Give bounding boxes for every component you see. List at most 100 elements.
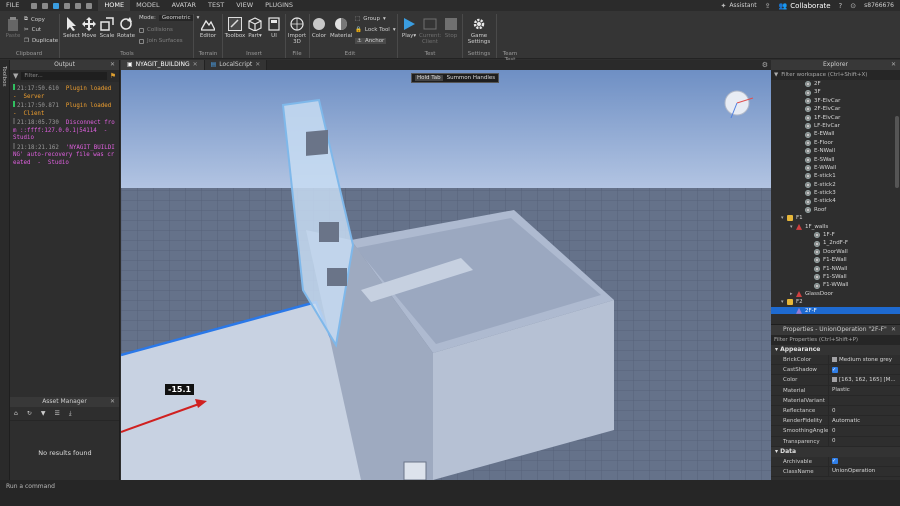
close-icon[interactable]: ✕: [110, 397, 115, 407]
viewport-settings-icon[interactable]: ⚙: [762, 60, 771, 70]
menu-tab-model[interactable]: MODEL: [130, 0, 165, 11]
filter-icon[interactable]: ▼: [13, 72, 18, 80]
collaborate-button[interactable]: 👥 Collaborate: [779, 2, 831, 10]
refresh-icon[interactable]: ↻: [27, 410, 32, 417]
close-icon[interactable]: ✕: [110, 60, 115, 70]
join-surfaces-toggle[interactable]: Join Surfaces: [139, 38, 183, 44]
terrain-editor-button[interactable]: Editor: [197, 17, 219, 39]
assistant-button[interactable]: ✦ Assistant: [720, 2, 756, 10]
3d-viewport[interactable]: Hold Tab Summon Handles -15.1: [121, 70, 771, 480]
scene-render[interactable]: [121, 70, 771, 480]
explorer-item[interactable]: E-NWall: [771, 147, 900, 155]
duplicate-button[interactable]: ❐ Duplicate: [24, 38, 58, 44]
explorer-item[interactable]: 3F: [771, 88, 900, 96]
explorer-item[interactable]: E-SWall: [771, 156, 900, 164]
explorer-item[interactable]: ▾ F1: [771, 214, 900, 222]
share-icon[interactable]: ⇪: [765, 2, 771, 10]
menu-tab-avatar[interactable]: AVATAR: [166, 0, 202, 11]
collisions-toggle[interactable]: Collisions: [139, 27, 173, 33]
menu-tab-file[interactable]: FILE: [0, 0, 25, 11]
save-icon[interactable]: [31, 2, 38, 9]
color-swatch[interactable]: [832, 377, 837, 383]
properties-filter[interactable]: Filter Properties (Ctrl+Shift+P): [771, 335, 900, 345]
game-settings-button[interactable]: Game Settings: [465, 17, 493, 45]
explorer-item[interactable]: 2F-ElvCar: [771, 105, 900, 113]
explorer-item[interactable]: F1-WWall: [771, 281, 900, 289]
explorer-scrollbar[interactable]: [895, 116, 899, 188]
explorer-item[interactable]: E-EWall: [771, 130, 900, 138]
play-icon[interactable]: [53, 2, 60, 9]
explorer-item[interactable]: 2F: [771, 80, 900, 88]
property-value[interactable]: 0: [828, 436, 900, 446]
menu-tab-view[interactable]: VIEW: [230, 0, 259, 11]
command-input[interactable]: Run a command: [6, 483, 55, 490]
explorer-item[interactable]: E-Floor: [771, 139, 900, 147]
help-icon[interactable]: ?: [839, 2, 843, 10]
broom-icon[interactable]: ⚑: [110, 72, 116, 80]
explorer-filter-input[interactable]: Filter workspace (Ctrl+Shift+X): [781, 72, 867, 78]
select-tool-button[interactable]: Select: [63, 17, 80, 39]
scale-tool-button[interactable]: Scale: [99, 17, 115, 39]
property-section-header[interactable]: ▾ Data: [771, 446, 900, 457]
output-filter-input[interactable]: Filter...: [21, 72, 107, 80]
explorer-item[interactable]: ▾ F2: [771, 298, 900, 306]
close-icon[interactable]: ✕: [891, 60, 896, 70]
user-name[interactable]: s8766676: [864, 2, 894, 9]
current-client-button[interactable]: Current: Client: [419, 17, 442, 45]
anchor-button[interactable]: ⚓ Anchor: [355, 38, 387, 44]
explorer-item[interactable]: DoorWall: [771, 248, 900, 256]
home-icon[interactable]: ⌂: [14, 410, 18, 417]
explorer-item[interactable]: LF-ElvCar: [771, 122, 900, 130]
property-value[interactable]: [828, 365, 900, 375]
paste-button[interactable]: Paste: [4, 17, 22, 39]
explorer-item[interactable]: ▾ 1F_walls: [771, 223, 900, 231]
door-part[interactable]: [403, 461, 427, 480]
explorer-item[interactable]: E-stick3: [771, 189, 900, 197]
explorer-item[interactable]: F1-EWall: [771, 256, 900, 264]
filter-icon[interactable]: ▼: [41, 410, 46, 417]
menu-tab-home[interactable]: HOME: [98, 0, 131, 11]
import-icon[interactable]: ⤓: [69, 410, 72, 418]
list-view-icon[interactable]: ☰: [54, 410, 59, 417]
property-value[interactable]: [828, 456, 900, 466]
menu-tab-plugins[interactable]: PLUGINS: [259, 0, 299, 11]
property-value[interactable]: Automatic: [828, 416, 900, 426]
properties-filter-input[interactable]: Filter Properties (Ctrl+Shift+P): [774, 337, 858, 343]
explorer-item[interactable]: 2F-F: [771, 306, 900, 314]
explorer-item[interactable]: 3F-ElvCar: [771, 97, 900, 105]
property-value[interactable]: Plastic: [828, 385, 900, 395]
explorer-item[interactable]: E-stick1: [771, 172, 900, 180]
property-value[interactable]: UnionOperation: [828, 466, 900, 477]
explorer-item[interactable]: 1_2ndF-F: [771, 239, 900, 247]
copy-button[interactable]: ⧉ Copy: [24, 16, 45, 23]
explorer-filter[interactable]: ▼ Filter workspace (Ctrl+Shift+X): [771, 70, 900, 80]
explorer-item[interactable]: 1F-F: [771, 231, 900, 239]
mode-selector[interactable]: Mode: Geometric ▾: [139, 15, 199, 21]
undo-icon[interactable]: [75, 2, 82, 9]
property-value[interactable]: 0: [828, 405, 900, 416]
tab-localscript[interactable]: ▤ LocalScript ✕: [204, 60, 268, 70]
import-3d-button[interactable]: Import 3D: [286, 17, 308, 45]
explorer-item[interactable]: Roof: [771, 206, 900, 214]
property-value[interactable]: Medium stone grey: [828, 355, 900, 365]
property-value[interactable]: [828, 395, 900, 405]
command-bar[interactable]: Run a command: [0, 480, 900, 506]
explorer-item[interactable]: E-stick2: [771, 181, 900, 189]
property-value[interactable]: [163, 162, 165] [M...: [828, 375, 900, 385]
move-tool-button[interactable]: Move: [81, 17, 97, 39]
expand-arrow-icon[interactable]: ▸: [790, 290, 796, 298]
toolbox-button[interactable]: Toolbox: [224, 17, 246, 39]
explorer-item[interactable]: F1-NWall: [771, 265, 900, 273]
color-button[interactable]: Color: [310, 17, 328, 39]
close-icon[interactable]: ✕: [193, 60, 198, 70]
property-section-header[interactable]: ▾ Appearance: [771, 345, 900, 355]
explorer-item[interactable]: 1F-ElvCar: [771, 114, 900, 122]
redo-icon[interactable]: [86, 2, 93, 9]
property-value[interactable]: 0: [828, 426, 900, 436]
tab-nyagit-building[interactable]: ▣ NYAGIT_BUILDING ✕: [121, 60, 205, 70]
expand-arrow-icon[interactable]: ▾: [790, 223, 796, 231]
notification-icon[interactable]: ⊙: [850, 2, 856, 10]
explorer-item[interactable]: E-stick4: [771, 197, 900, 205]
material-button[interactable]: Material: [330, 17, 352, 39]
stop-button[interactable]: Stop: [443, 17, 459, 39]
